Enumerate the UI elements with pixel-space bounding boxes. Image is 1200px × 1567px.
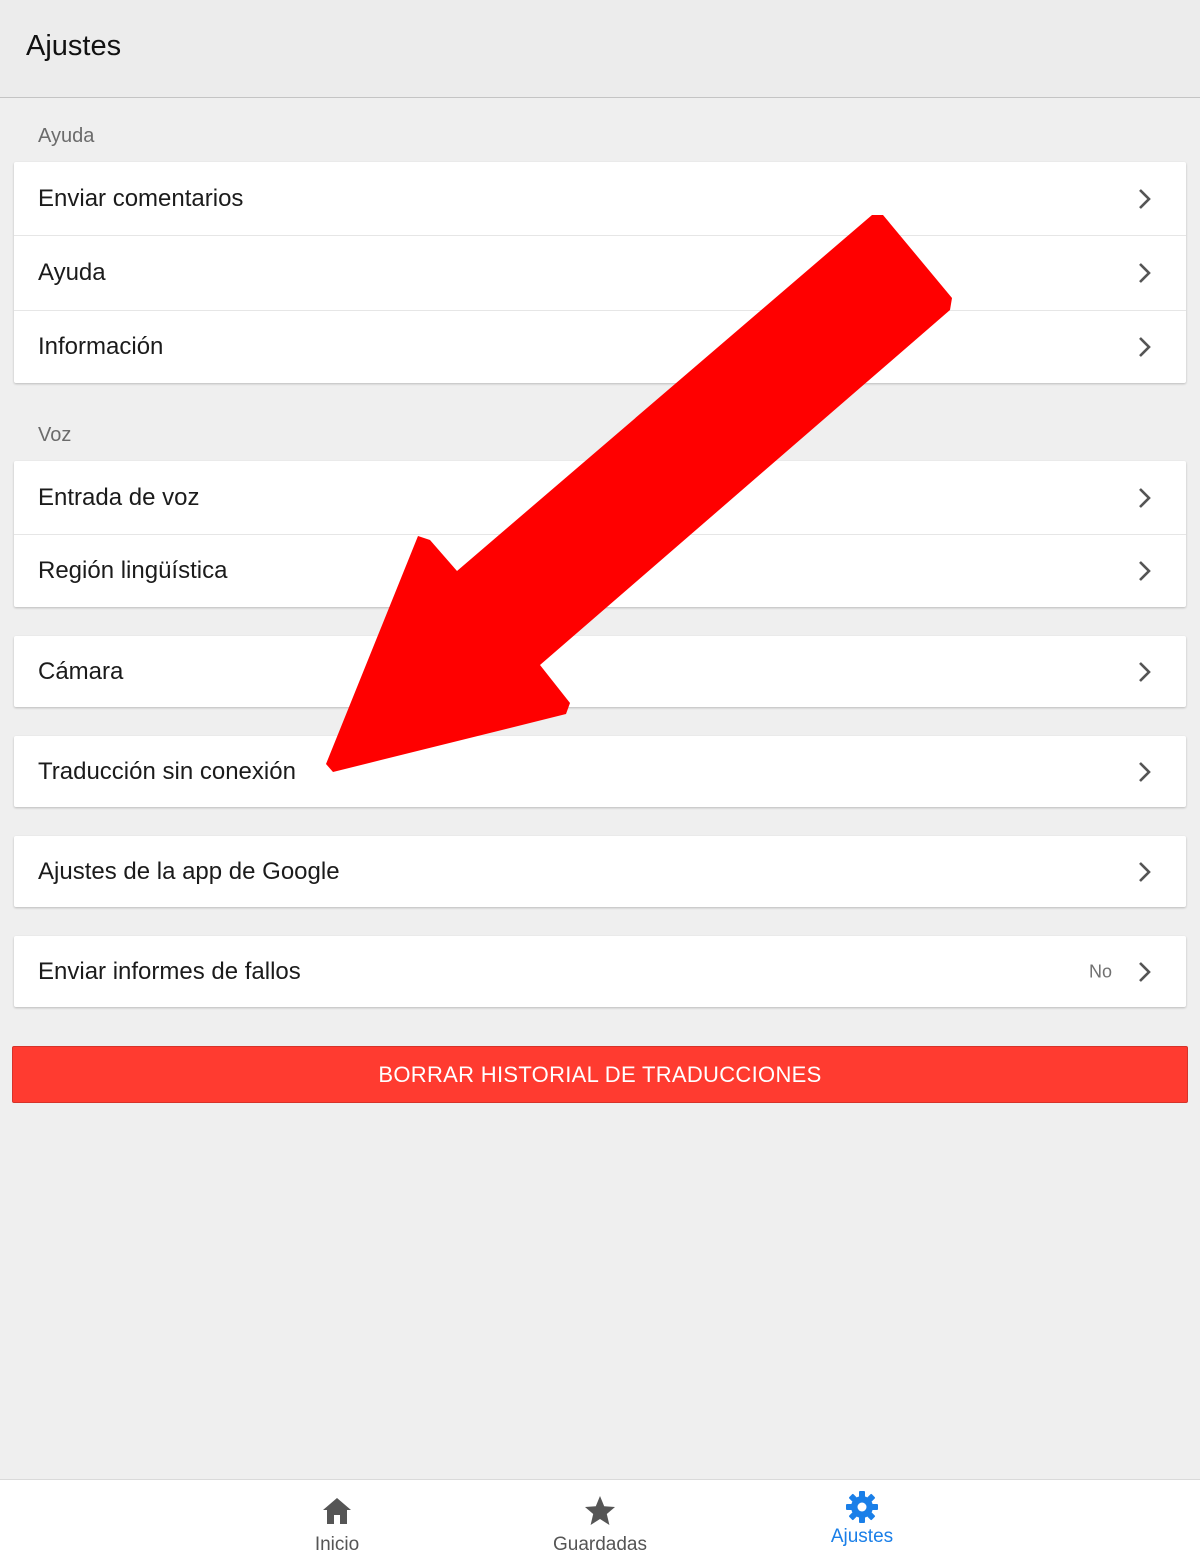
tab-ajustes[interactable]: Ajustes	[762, 1480, 962, 1567]
settings-item-ajustes-app-google[interactable]: Ajustes de la app de Google	[14, 836, 1186, 907]
settings-item-label: Cámara	[38, 657, 124, 685]
tab-label: Guardadas	[552, 1534, 647, 1555]
chevron-right-icon	[1139, 337, 1151, 357]
chevron-right-icon	[1139, 861, 1151, 882]
settings-item-value: No	[1088, 961, 1112, 981]
settings-item-label: Traducción sin conexión	[38, 757, 296, 785]
settings-item-label: Enviar informes de fallos	[38, 957, 301, 985]
camara-card: Cámara	[14, 636, 1186, 707]
page-title: Ajustes	[26, 30, 122, 62]
settings-item-camara[interactable]: Cámara	[14, 636, 1186, 707]
chevron-right-icon	[1139, 188, 1151, 209]
settings-item-label: Región lingüística	[38, 557, 228, 584]
tab-label: Inicio	[314, 1534, 360, 1555]
section-label-voz: Voz	[38, 424, 72, 446]
tab-inicio[interactable]: Inicio	[237, 1480, 437, 1567]
star-icon	[585, 1496, 615, 1525]
settings-item-informacion[interactable]: Información	[14, 310, 1186, 383]
chevron-right-icon	[1139, 761, 1151, 782]
settings-item-label: Ajustes de la app de Google	[38, 857, 340, 885]
chevron-right-icon	[1139, 661, 1151, 682]
settings-item-label: Enviar comentarios	[38, 184, 244, 212]
chevron-right-icon	[1139, 487, 1151, 508]
chevron-right-icon	[1139, 561, 1151, 581]
crash-reports-card: Enviar informes de fallos No	[14, 936, 1186, 1007]
google-app-card: Ajustes de la app de Google	[14, 836, 1186, 907]
settings-item-enviar-comentarios[interactable]: Enviar comentarios	[14, 162, 1186, 235]
tab-label: Ajustes	[830, 1526, 894, 1547]
section-label-ayuda: Ayuda	[38, 125, 95, 147]
voz-card: Entrada de voz Región lingüística	[14, 461, 1186, 607]
ayuda-card: Enviar comentarios Ayuda Información	[14, 162, 1186, 383]
home-icon	[323, 1498, 351, 1524]
settings-item-label: Entrada de voz	[38, 483, 200, 511]
tab-guardadas[interactable]: Guardadas	[500, 1480, 700, 1567]
settings-item-enviar-informes-de-fallos[interactable]: Enviar informes de fallos No	[14, 936, 1186, 1007]
top-bar: Ajustes	[0, 0, 1200, 98]
chevron-right-icon	[1139, 263, 1151, 283]
chevron-right-icon	[1139, 961, 1151, 982]
settings-item-ayuda[interactable]: Ayuda	[14, 235, 1186, 310]
bottom-tab-bar: Inicio Guardadas Ajustes	[0, 1479, 1200, 1567]
settings-item-label: Ayuda	[38, 259, 106, 286]
settings-item-region-linguistica[interactable]: Región lingüística	[14, 534, 1186, 607]
settings-item-label: Información	[38, 333, 164, 360]
offline-card: Traducción sin conexión	[14, 736, 1186, 807]
settings-item-entrada-de-voz[interactable]: Entrada de voz	[14, 461, 1186, 534]
gear-icon	[846, 1491, 878, 1523]
clear-history-button[interactable]: BORRAR HISTORIAL DE TRADUCCIONES	[12, 1046, 1188, 1103]
settings-item-traduccion-sin-conexion[interactable]: Traducción sin conexión	[14, 736, 1186, 807]
